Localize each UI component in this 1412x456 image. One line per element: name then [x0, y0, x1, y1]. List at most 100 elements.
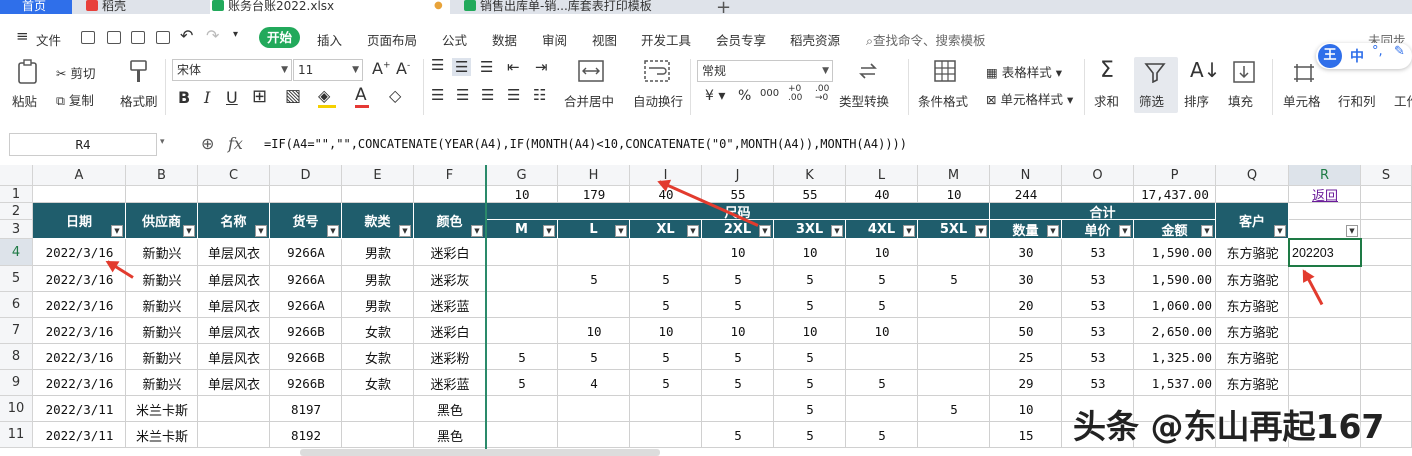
column-header-S[interactable]: S [1361, 165, 1412, 186]
grid-cell[interactable] [486, 422, 558, 448]
cell-G8[interactable]: 5 [486, 344, 558, 370]
grid-cell[interactable] [1289, 318, 1361, 344]
filter-dropdown-icon[interactable]: ▼ [471, 225, 483, 237]
cell-P4[interactable]: 1,590.00 [1134, 239, 1216, 266]
grid-cell[interactable] [198, 396, 270, 422]
cell-N9[interactable]: 29 [990, 370, 1062, 396]
cell-B8[interactable]: 新勤兴 [126, 344, 198, 370]
grid-cell[interactable] [126, 186, 198, 203]
grid-cell[interactable] [1361, 370, 1412, 396]
grid-cell[interactable] [630, 396, 702, 422]
redo-icon[interactable]: ↷ [206, 26, 219, 45]
grid-cell[interactable] [558, 239, 630, 266]
grid-cell[interactable] [1361, 186, 1412, 203]
cell-H9[interactable]: 4 [558, 370, 630, 396]
row-header-1[interactable]: 1 [0, 186, 33, 203]
grid-cell[interactable] [918, 239, 990, 266]
filter-dropdown-icon[interactable]: ▼ [1346, 225, 1358, 237]
cell-O9[interactable]: 53 [1062, 370, 1134, 396]
cell-L11[interactable]: 5 [846, 422, 918, 448]
decrease-decimal-icon[interactable]: .00 →0 [815, 85, 829, 103]
new-tab-icon[interactable]: + [716, 0, 731, 14]
grid-cell[interactable] [198, 422, 270, 448]
cell-I8[interactable]: 5 [630, 344, 702, 370]
cell-H5[interactable]: 5 [558, 266, 630, 292]
row-header-11[interactable]: 11 [0, 422, 33, 448]
select-all-corner[interactable] [0, 165, 33, 186]
font-size-select[interactable]: 11 ▼ [293, 59, 363, 81]
grid-cell[interactable] [1361, 203, 1412, 220]
menu-data[interactable]: 数据 [492, 30, 517, 49]
cell-C4[interactable]: 单层风衣 [198, 239, 270, 266]
cell-L5[interactable]: 5 [846, 266, 918, 292]
grid-cell[interactable] [486, 396, 558, 422]
cell-A10[interactable]: 2022/3/11 [33, 396, 126, 422]
cell-F11[interactable]: 黑色 [414, 422, 486, 448]
cell-G9[interactable]: 5 [486, 370, 558, 396]
cell-D9[interactable]: 9266B [270, 370, 342, 396]
column-header-E[interactable]: E [342, 165, 414, 186]
cell-O4[interactable]: 53 [1062, 239, 1134, 266]
column-header-H[interactable]: H [558, 165, 630, 186]
grid-cell[interactable] [1361, 318, 1412, 344]
grid-cell[interactable] [918, 318, 990, 344]
currency-icon[interactable]: ¥ ▾ [705, 88, 725, 104]
cell-Q4[interactable]: 东方骆驼 [1216, 239, 1289, 266]
filter-dropdown-icon[interactable]: ▼ [687, 225, 699, 237]
grid-cell[interactable] [486, 292, 558, 318]
percent-icon[interactable]: % [738, 88, 751, 104]
underline-icon[interactable]: U [226, 88, 238, 107]
align-bottom-icon[interactable]: ☰ [480, 58, 493, 76]
cell-D8[interactable]: 9266B [270, 344, 342, 370]
grid-cell[interactable] [918, 292, 990, 318]
grid-cell[interactable] [558, 396, 630, 422]
cell-J6[interactable]: 5 [702, 292, 774, 318]
decrease-font-icon[interactable]: A- [396, 59, 410, 78]
cell-J5[interactable]: 5 [702, 266, 774, 292]
wrap-text-icon[interactable] [644, 60, 670, 82]
tab-home[interactable]: 首页 [0, 0, 72, 14]
cell-B7[interactable]: 新勤兴 [126, 318, 198, 344]
font-color-icon[interactable]: A [355, 85, 369, 108]
cell-L7[interactable]: 10 [846, 318, 918, 344]
fill-style-icon[interactable]: ▧ [285, 86, 301, 106]
grid-cell[interactable] [1361, 239, 1412, 266]
increase-decimal-icon[interactable]: +0.00 [788, 85, 802, 103]
cell-C6[interactable]: 单层风衣 [198, 292, 270, 318]
cell-K4[interactable]: 10 [774, 239, 846, 266]
cell-Q6[interactable]: 东方骆驼 [1216, 292, 1289, 318]
filter-dropdown-icon[interactable]: ▼ [327, 225, 339, 237]
cell-N7[interactable]: 50 [990, 318, 1062, 344]
menu-member[interactable]: 会员专享 [716, 30, 766, 49]
justify-icon[interactable]: ☰ [507, 86, 520, 104]
export-icon[interactable] [107, 31, 121, 44]
format-painter-icon[interactable] [128, 59, 150, 85]
filter-dropdown-icon[interactable]: ▼ [255, 225, 267, 237]
cell-A6[interactable]: 2022/3/16 [33, 292, 126, 318]
row-header-10[interactable]: 10 [0, 396, 33, 422]
grid-cell[interactable] [702, 396, 774, 422]
cell-E9[interactable]: 女款 [342, 370, 414, 396]
grid-cell[interactable] [630, 239, 702, 266]
selected-cell-R4[interactable] [1288, 238, 1362, 267]
align-top-icon[interactable]: ☰ [431, 58, 444, 73]
tab-sales-template[interactable]: 销售出库单-销...库套表打印模板 [462, 0, 702, 14]
filter-dropdown-icon[interactable]: ▼ [1119, 225, 1131, 237]
cell-F9[interactable]: 迷彩蓝 [414, 370, 486, 396]
grid-cell[interactable] [630, 422, 702, 448]
cell-E5[interactable]: 男款 [342, 266, 414, 292]
cell-K7[interactable]: 10 [774, 318, 846, 344]
table-style-button[interactable]: ▦ 表格样式 ▾ [986, 62, 1062, 81]
merge-center-button[interactable]: 合并居中 [564, 91, 614, 110]
grid-cell[interactable] [486, 318, 558, 344]
menu-view[interactable]: 视图 [592, 30, 617, 49]
cell-E7[interactable]: 女款 [342, 318, 414, 344]
column-header-R[interactable]: R [1289, 165, 1361, 186]
cell-N5[interactable]: 30 [990, 266, 1062, 292]
filter-dropdown-icon[interactable]: ▼ [903, 225, 915, 237]
menu-insert[interactable]: 插入 [317, 30, 342, 49]
cell-F8[interactable]: 迷彩粉 [414, 344, 486, 370]
cell-J7[interactable]: 10 [702, 318, 774, 344]
cell-F6[interactable]: 迷彩蓝 [414, 292, 486, 318]
grid-cell[interactable] [1062, 186, 1134, 203]
